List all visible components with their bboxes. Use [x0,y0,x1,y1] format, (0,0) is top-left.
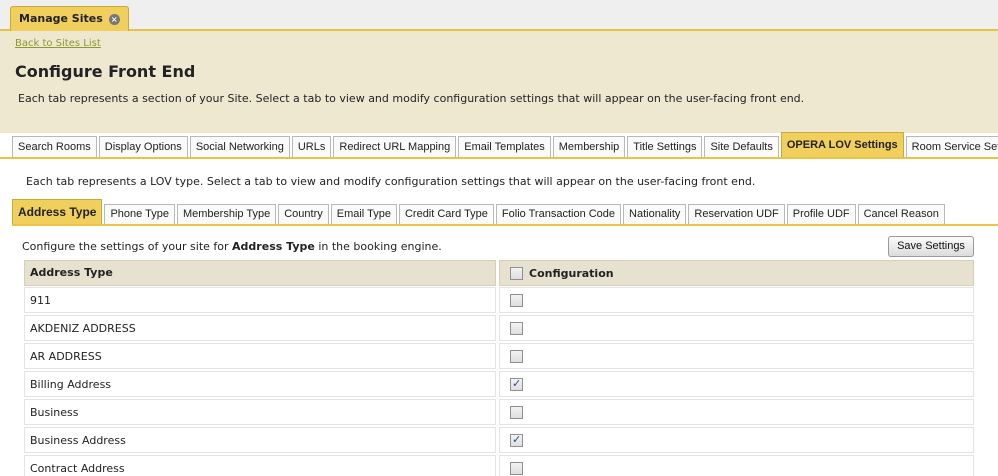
table-row: AR ADDRESS [24,342,974,370]
column-header-address-type: Address Type [24,260,496,286]
page-title: Configure Front End [15,62,196,81]
tab-display-options[interactable]: Display Options [98,136,188,157]
lov-tab-divider [12,224,998,226]
lov-tab-cancel-reason[interactable]: Cancel Reason [857,204,945,224]
configuration-cell [499,455,974,476]
table-row: Billing Address [24,370,974,398]
save-settings-button[interactable]: Save Settings [888,236,974,257]
address-type-name: Business [24,399,496,425]
address-type-name: AR ADDRESS [24,343,496,369]
column-header-configuration-label: Configuration [529,266,614,280]
tab-membership[interactable]: Membership [552,136,626,157]
configuration-checkbox[interactable] [510,377,523,391]
top-tab-bar: Manage Sites × [0,0,998,31]
select-all-checkbox[interactable] [510,266,523,280]
table-row: 911 [24,286,974,314]
configuration-cell [499,371,974,397]
address-type-name: Business Address [24,427,496,453]
table-row: Contract Address [24,454,974,476]
table-row: AKDENIZ ADDRESS [24,314,974,342]
tab-redirect-url-mapping[interactable]: Redirect URL Mapping [333,136,457,157]
address-type-name: 911 [24,287,496,313]
tab-email-templates[interactable]: Email Templates [458,136,551,157]
tab-site-defaults[interactable]: Site Defaults [704,136,779,157]
config-prefix: Configure the settings of your site for [22,240,233,253]
tab-manage-sites-label: Manage Sites [19,12,103,25]
lov-tab-folio-transaction-code[interactable]: Folio Transaction Code [495,204,622,224]
address-type-name: Contract Address [24,455,496,476]
configuration-cell [499,427,974,453]
page-description: Each tab represents a section of your Si… [18,92,805,105]
lov-tab-profile-udf[interactable]: Profile UDF [786,204,856,224]
lov-tab-email-type[interactable]: Email Type [330,204,397,224]
resize-handle[interactable] [0,372,6,400]
tab-social-networking[interactable]: Social Networking [189,136,290,157]
address-type-name: Billing Address [24,371,496,397]
main-tab-row: Search Rooms Display Options Social Networ… [12,132,998,157]
lov-tab-phone-type[interactable]: Phone Type [104,204,175,224]
main-tab-divider [0,157,998,159]
table-row: Business Address [24,426,974,454]
configuration-checkbox[interactable] [510,293,523,307]
lov-tab-credit-card-type[interactable]: Credit Card Type [398,204,494,224]
back-to-sites-link[interactable]: Back to Sites List [15,38,101,49]
lov-tab-membership-type[interactable]: Membership Type [176,204,277,224]
configuration-checkbox[interactable] [510,321,523,335]
tab-opera-lov-settings[interactable]: OPERA LOV Settings [780,132,904,157]
configuration-checkbox[interactable] [510,433,523,447]
lov-tab-nationality[interactable]: Nationality [623,204,687,224]
address-type-table: Address Type Configuration 911 AKDENIZ AD… [24,260,974,476]
tab-title-settings[interactable]: Title Settings [627,136,703,157]
tab-urls[interactable]: URLs [291,136,332,157]
table-body: 911 AKDENIZ ADDRESS AR ADDRESS Billing Addr… [24,286,974,476]
configuration-cell [499,315,974,341]
lov-tab-country[interactable]: Country [278,204,329,224]
close-icon[interactable]: × [108,13,120,25]
configuration-cell [499,287,974,313]
table-row: Business [24,398,974,426]
config-type: Address Type [232,240,315,253]
lov-tab-address-type[interactable]: Address Type [12,199,103,224]
configuration-checkbox[interactable] [510,461,523,475]
configuration-cell [499,343,974,369]
config-instructions: Configure the settings of your site for … [22,240,442,253]
tab-search-rooms[interactable]: Search Rooms [12,136,97,157]
configuration-cell [499,399,974,425]
table-header: Address Type Configuration [24,260,974,286]
address-type-name: AKDENIZ ADDRESS [24,315,496,341]
lov-description: Each tab represents a LOV type. Select a… [26,175,756,188]
config-suffix: in the booking engine. [314,240,442,253]
column-header-configuration: Configuration [499,260,974,286]
tab-manage-sites[interactable]: Manage Sites × [10,6,129,31]
tab-room-service-settings[interactable]: Room Service Settings [905,136,998,157]
lov-tab-row: Address Type Phone Type Membership Type Cou… [12,199,945,224]
configuration-checkbox[interactable] [510,405,523,419]
configuration-checkbox[interactable] [510,349,523,363]
lov-tab-reservation-udf[interactable]: Reservation UDF [688,204,785,224]
page-header: Back to Sites List Configure Front End E… [0,31,998,133]
